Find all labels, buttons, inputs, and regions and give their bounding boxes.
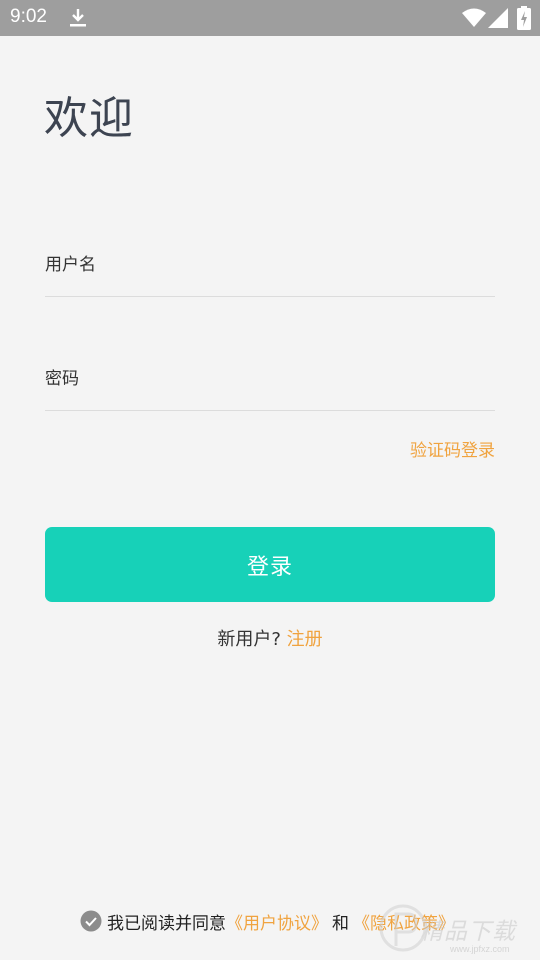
username-input[interactable] xyxy=(45,236,495,294)
signal-icon xyxy=(488,8,508,28)
user-agreement-link[interactable]: 《用户协议》 xyxy=(226,909,328,934)
watermark-text: 精品下载 xyxy=(420,919,516,945)
login-button[interactable]: 登录 xyxy=(45,527,495,602)
agree-checkbox[interactable] xyxy=(80,910,102,932)
status-time: 9:02 xyxy=(10,6,47,27)
register-link[interactable]: 注册 xyxy=(287,629,323,650)
watermark-sub: www.jpfxz.com xyxy=(450,944,510,954)
watermark: 精品下载 www.jpfxz.com xyxy=(378,900,540,960)
battery-charging-icon xyxy=(517,6,531,30)
agreement-and-text: 和 xyxy=(332,913,349,934)
register-row: 新用户? 注册 xyxy=(0,625,540,651)
sms-code-login-link[interactable]: 验证码登录 xyxy=(410,436,495,461)
register-prompt: 新用户? xyxy=(217,629,281,650)
agreement-text: 我已阅读并同意 xyxy=(107,913,226,934)
download-icon xyxy=(70,9,86,27)
status-bar: 9:02 xyxy=(0,0,540,36)
password-field-container xyxy=(45,350,495,411)
username-field-container xyxy=(45,236,495,297)
password-input[interactable] xyxy=(45,350,495,408)
wifi-icon xyxy=(462,8,486,27)
welcome-title: 欢迎 xyxy=(44,93,134,144)
